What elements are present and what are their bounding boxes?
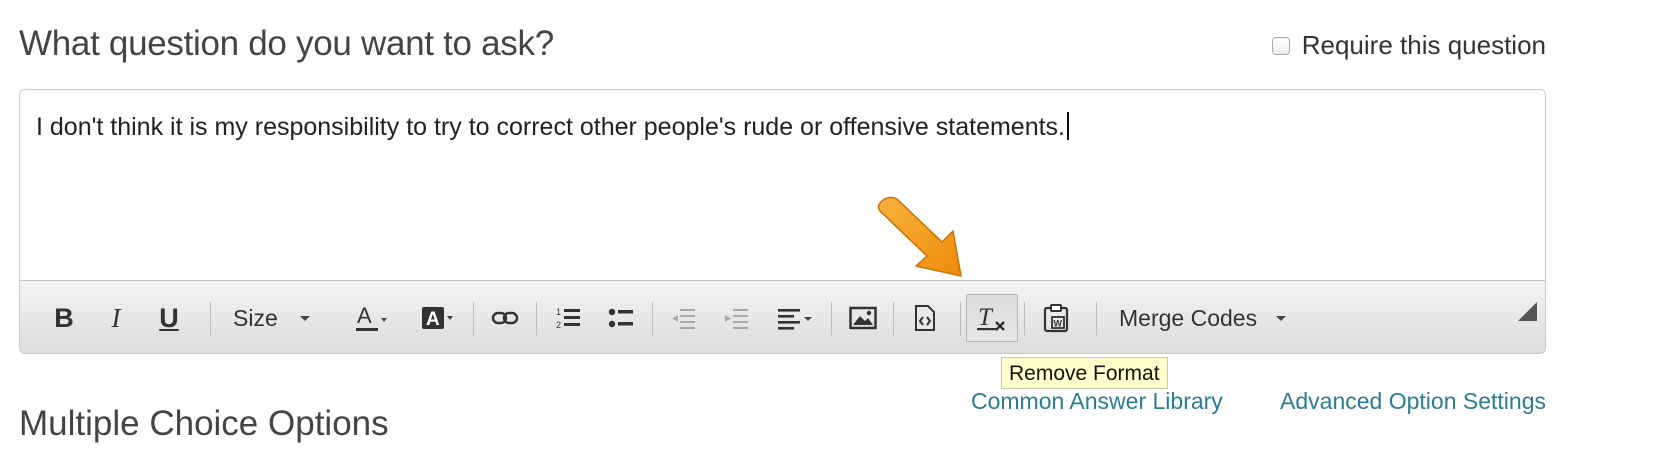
question-editor-page: What question do you want to ask? Requir… [0,0,1666,454]
svg-text:1: 1 [556,307,561,317]
chevron-down-icon [299,315,310,321]
bold-button[interactable]: B [48,297,80,339]
decrease-indent-icon [672,309,695,329]
bullet-list-icon [608,308,633,328]
paste-from-word-icon: W [1043,304,1069,333]
toolbar-separator [893,302,894,336]
toolbar-separator [473,302,474,336]
svg-text:A: A [426,309,440,330]
link-button[interactable] [487,297,523,339]
rich-text-editor: I don't think it is my responsibility to… [19,89,1546,354]
toolbar-separator [210,302,211,336]
svg-text:A: A [357,303,372,328]
text-color-icon: A [356,303,387,331]
merge-codes-dropdown[interactable]: Merge Codes [1112,297,1292,339]
editor-content[interactable]: I don't think it is my responsibility to… [36,112,1070,142]
editor-content-text: I don't think it is my responsibility to… [36,113,1066,141]
multiple-choice-options-heading: Multiple Choice Options [19,404,389,443]
decrease-indent-button[interactable] [665,297,701,339]
editor-toolbar: B I U Size A A 1 2 T W Merge Codes [20,281,1545,353]
text-caret [1067,112,1070,140]
size-dropdown-label: Size [233,304,278,331]
toolbar-separator [831,302,832,336]
size-dropdown[interactable]: Size [226,297,326,339]
toolbar-separator [960,302,961,336]
link-icon [491,311,519,325]
italic-icon: I [111,302,121,333]
toolbar-separator [652,302,653,336]
chevron-down-icon [1276,315,1287,321]
question-title: What question do you want to ask? [19,24,554,63]
require-question-label[interactable]: Require this question [1302,30,1546,61]
toolbar-separator [1096,302,1097,336]
increase-indent-icon [725,309,748,329]
common-answer-library-link[interactable]: Common Answer Library [971,388,1223,415]
resize-handle-icon[interactable] [1518,302,1537,321]
background-color-button[interactable]: A [412,297,462,339]
svg-text:2: 2 [556,320,561,330]
remove-format-icon: T [977,304,1005,331]
underline-icon: U [159,302,179,333]
toolbar-separator [536,302,537,336]
remove-format-tooltip: Remove Format [1001,357,1168,389]
svg-text:W: W [1054,319,1063,329]
require-question-control[interactable]: Require this question [1271,30,1546,61]
increase-indent-button[interactable] [718,297,754,339]
advanced-option-settings-link[interactable]: Advanced Option Settings [1280,388,1546,415]
svg-text:T: T [978,304,994,331]
paste-from-word-button[interactable]: W [1037,297,1075,339]
source-button[interactable] [907,297,943,339]
editor-text-area[interactable]: I don't think it is my responsibility to… [20,90,1545,281]
image-button[interactable] [844,297,882,339]
merge-codes-label: Merge Codes [1119,304,1258,331]
toolbar-separator [1024,302,1025,336]
bold-icon: B [54,302,74,333]
numbered-list-icon: 1 2 [556,307,580,330]
annotation-arrow-icon [877,196,962,277]
italic-button[interactable]: I [100,297,132,339]
align-dropdown[interactable] [772,297,820,339]
require-question-checkbox[interactable] [1271,36,1290,55]
text-color-button[interactable]: A [346,297,396,339]
source-icon [915,305,935,331]
align-icon [778,309,812,330]
remove-format-button[interactable]: T [966,294,1018,342]
background-color-icon: A [422,307,453,330]
underline-button[interactable]: U [153,297,185,339]
image-icon [849,306,877,330]
bullet-list-button[interactable] [603,297,639,339]
numbered-list-button[interactable]: 1 2 [550,297,586,339]
